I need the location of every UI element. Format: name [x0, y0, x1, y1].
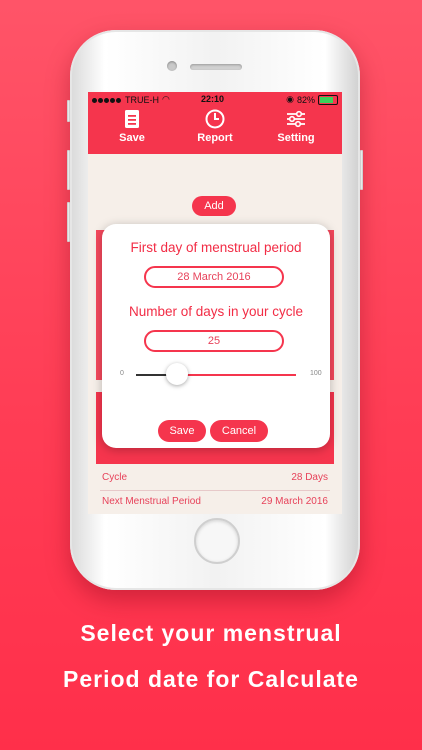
- tab-setting[interactable]: Setting: [256, 108, 336, 144]
- tab-save-label: Save: [119, 132, 145, 144]
- clock-icon: [205, 109, 225, 129]
- tab-report[interactable]: Report: [175, 108, 255, 144]
- cycle-length-field[interactable]: 25: [144, 330, 284, 352]
- phone-frame: TRUE-H ◠ 22:10 ◉ 82% Save Report Setting…: [67, 30, 363, 590]
- list-item-label: Next Menstrual Period: [102, 496, 201, 507]
- battery-icon: [318, 94, 338, 105]
- top-bar: TRUE-H ◠ 22:10 ◉ 82% Save Report Setting: [88, 92, 342, 154]
- add-button[interactable]: Add: [192, 196, 236, 216]
- slider-max-label: 100: [310, 370, 322, 377]
- power-button: [360, 150, 363, 190]
- carrier-label: TRUE-H: [125, 94, 159, 105]
- first-day-label: First day of menstrual period: [130, 240, 302, 255]
- tab-report-label: Report: [197, 132, 233, 144]
- front-camera: [167, 61, 177, 71]
- app-screen: TRUE-H ◠ 22:10 ◉ 82% Save Report Setting…: [88, 92, 342, 514]
- status-bar: TRUE-H ◠ 22:10 ◉ 82%: [88, 94, 342, 106]
- document-icon: [125, 110, 139, 128]
- home-button[interactable]: [194, 518, 240, 564]
- divider: [100, 490, 330, 491]
- list-item-value: 28 Days: [291, 472, 328, 483]
- save-button[interactable]: Save: [158, 420, 206, 442]
- tab-setting-label: Setting: [277, 132, 315, 144]
- speaker: [190, 64, 242, 70]
- wifi-icon: ◠: [162, 94, 170, 104]
- rotation-lock-icon: ◉: [286, 94, 294, 104]
- caption-line-1: Select your menstrual: [80, 620, 342, 646]
- slider-min-label: 0: [120, 370, 124, 377]
- tab-save[interactable]: Save: [92, 108, 172, 144]
- first-day-field[interactable]: 28 March 2016: [144, 266, 284, 288]
- clock: 22:10: [201, 94, 225, 104]
- list-item-value: 29 March 2016: [261, 496, 328, 507]
- volume-down-button: [67, 202, 70, 242]
- slider-thumb[interactable]: [166, 363, 188, 385]
- volume-up-button: [67, 150, 70, 190]
- caption-line-2: Period date for Calculate: [63, 666, 359, 692]
- cycle-length-label: Number of days in your cycle: [128, 304, 304, 319]
- signal-icon: [92, 95, 122, 105]
- cancel-button[interactable]: Cancel: [210, 420, 268, 442]
- list-item-label: Cycle: [102, 472, 128, 483]
- mute-switch: [67, 100, 70, 122]
- battery-percent: 82%: [296, 94, 315, 105]
- sliders-icon: [287, 110, 305, 128]
- date-picker-dialog: First day of menstrual period 28 March 2…: [102, 224, 330, 448]
